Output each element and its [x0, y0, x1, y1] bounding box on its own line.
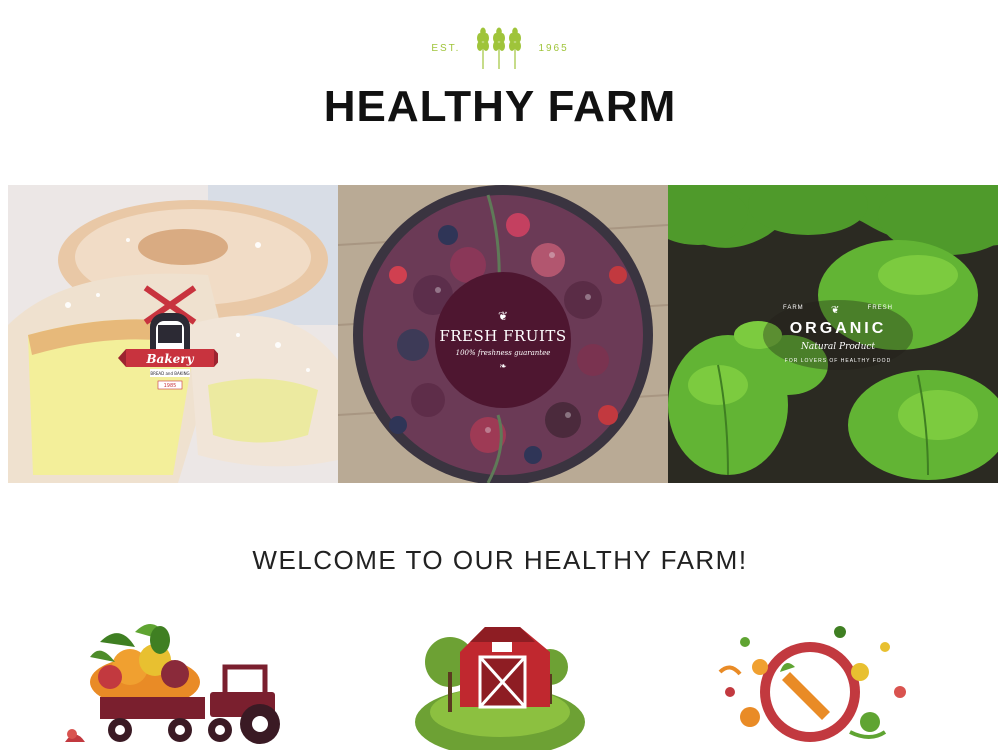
- site-title[interactable]: HEALTHY FARM: [0, 82, 1000, 132]
- welcome-heading: WELCOME TO OUR HEALTHY FARM!: [252, 545, 748, 575]
- organic-title: ORGANIC: [789, 320, 887, 337]
- bakery-badge-year: 1985: [164, 383, 177, 389]
- bakery-tile[interactable]: Bakery BREAD and BAKING 1985: [8, 185, 338, 483]
- red-barn-icon[interactable]: [410, 612, 590, 755]
- bakery-badge-title: Bakery: [145, 352, 194, 366]
- ornament-icon: ❧: [499, 360, 507, 371]
- fresh-fruits-title: FRESH FRUITS: [439, 326, 567, 345]
- bakery-badge-sub: BREAD and BAKING: [150, 371, 189, 376]
- organic-farm-left: FARM: [783, 305, 804, 311]
- organic-tile[interactable]: FARM ❦ FRESH ORGANIC Natural Product FOR…: [668, 185, 998, 483]
- wheat-icon: [474, 26, 524, 70]
- fresh-fruits-sub: 100% freshness guarantee: [455, 348, 551, 357]
- organic-sub: Natural Product: [800, 342, 876, 352]
- feature-icons: [0, 612, 1000, 755]
- fresh-fruits-badge: ❦ FRESH FRUITS 100% freshness guarantee …: [435, 272, 571, 408]
- organic-badge: FARM ❦ FRESH ORGANIC Natural Product FOR…: [763, 305, 913, 364]
- hero-banner: Bakery BREAD and BAKING 1985 ❦ FRESH FRU…: [8, 185, 998, 483]
- tractor-harvest-icon[interactable]: [60, 612, 290, 755]
- organic-tag: FOR LOVERS OF HEALTHY FOOD: [784, 358, 892, 364]
- apple-icon: ❦: [497, 308, 509, 323]
- vegetable-plate-icon[interactable]: [700, 612, 930, 755]
- leaf-icon: ❦: [830, 305, 841, 316]
- bakery-logo: Bakery BREAD and BAKING 1985: [118, 285, 218, 390]
- est-label: EST.: [431, 42, 461, 54]
- fresh-fruits-tile[interactable]: ❦ FRESH FRUITS 100% freshness guarantee …: [338, 185, 668, 483]
- est-year: 1965: [538, 42, 569, 54]
- est-row: EST. 1965: [0, 26, 1000, 70]
- organic-farm-right: FRESH: [867, 305, 893, 311]
